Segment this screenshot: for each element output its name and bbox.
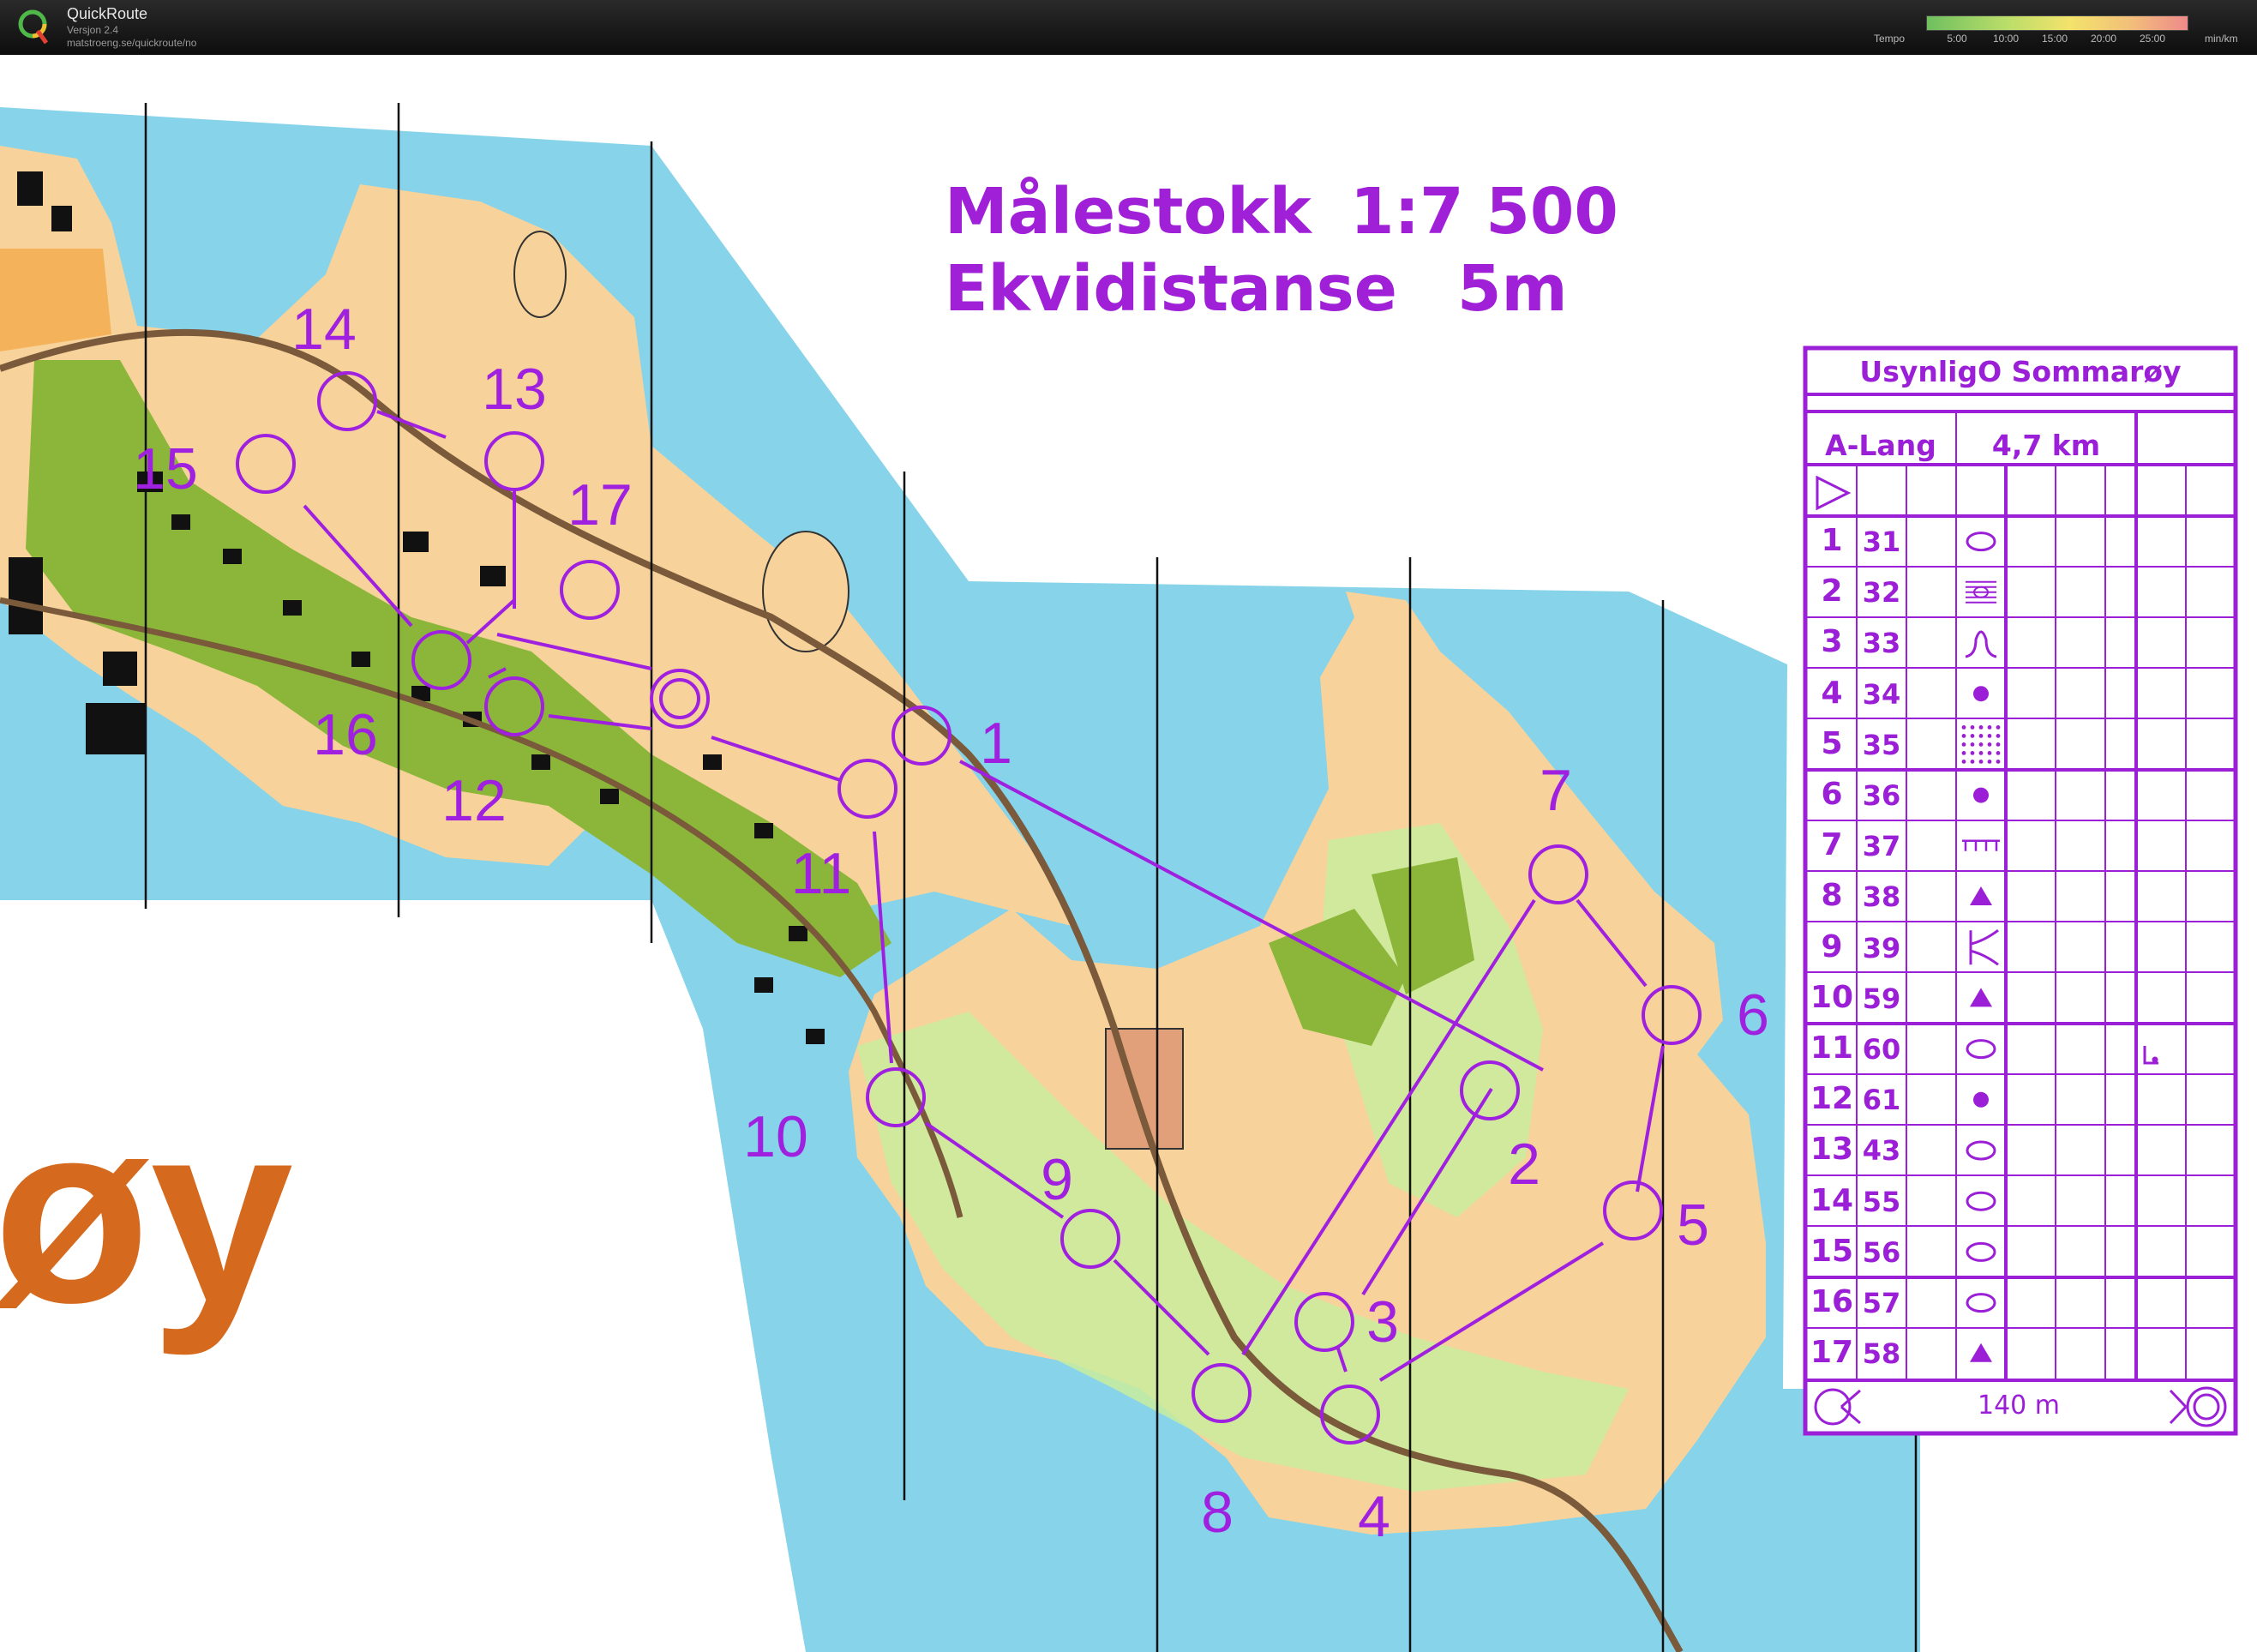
description-symbol-dot-icon — [1973, 787, 1989, 803]
control-description-number: 3 — [1821, 624, 1843, 660]
description-symbols — [1961, 532, 2001, 1362]
control-description-code: 39 — [1862, 931, 1901, 964]
control-description-code: 36 — [1862, 779, 1901, 812]
control-number-label: 10 — [743, 1104, 808, 1169]
scale-value: 1:7 500 — [1350, 175, 1618, 249]
tempo-tick: 25:00 — [2139, 33, 2166, 45]
control-number-label: 6 — [1737, 982, 1769, 1048]
tempo-tick: 10:00 — [1992, 33, 2020, 45]
control-description-code: 56 — [1862, 1235, 1901, 1269]
control-number-label: 8 — [1201, 1480, 1234, 1545]
control-number-label: 15 — [133, 436, 198, 502]
control-description-code: 32 — [1862, 576, 1901, 610]
control-description-code: 33 — [1862, 627, 1901, 660]
course-length: 4,7 km — [1991, 429, 2101, 462]
islet — [513, 231, 567, 318]
quickroute-logo-icon — [18, 9, 49, 45]
control-description-number: 1 — [1821, 523, 1843, 558]
control-description-number: 13 — [1810, 1132, 1854, 1168]
control-number-label: 12 — [441, 768, 507, 833]
control-number-label: 1 — [980, 711, 1012, 776]
control-number-label: 7 — [1540, 758, 1572, 823]
description-symbol-ellipse-icon — [1966, 1039, 1996, 1060]
field — [0, 249, 111, 351]
tempo-tick: 5:00 — [1947, 33, 1967, 45]
control-description-number: 16 — [1810, 1284, 1854, 1319]
description-symbol-ellipse-icon — [1966, 532, 1996, 552]
control-number-label: 13 — [482, 357, 547, 422]
control-number-label: 2 — [1508, 1132, 1540, 1197]
islet — [762, 531, 849, 652]
control-description-number: 8 — [1821, 878, 1843, 914]
course-class: A-Lang — [1825, 429, 1936, 462]
control-description-code: 31 — [1862, 526, 1901, 558]
orienteering-map[interactable]: Målestokk 1:7 500 Ekvidistanse 5m øy 1 2… — [0, 55, 2257, 1652]
description-symbol-fork-icon — [1969, 928, 1999, 966]
control-number-label: 14 — [291, 297, 357, 362]
description-symbol-hill-icon — [1965, 630, 1997, 658]
control-number-label: 16 — [313, 702, 378, 767]
control-number-label: 9 — [1041, 1147, 1073, 1212]
control-number-label: 11 — [790, 841, 852, 906]
control-description-number: 4 — [1821, 675, 1843, 711]
scale-label: Målestokk — [945, 175, 1312, 249]
control-description-code: 34 — [1862, 677, 1901, 711]
app-url[interactable]: matstroeng.se/quickroute/no — [67, 37, 196, 49]
control-number-label: 3 — [1366, 1289, 1399, 1355]
tempo-label: Tempo — [1874, 33, 1906, 45]
control-description-code: 38 — [1862, 880, 1901, 914]
finish-distance: 140 m — [1977, 1391, 2061, 1421]
control-description-number: 12 — [1810, 1081, 1854, 1117]
control-description-number: 15 — [1810, 1233, 1854, 1269]
description-symbol-ellipse-icon — [1966, 1191, 1996, 1211]
tempo-tick: 15:00 — [2041, 33, 2068, 45]
description-symbol-ellipse-icon — [1966, 1140, 1996, 1161]
control-description-number: 5 — [1821, 725, 1843, 761]
contour-interval-value: 5m — [1457, 252, 1568, 326]
control-number-label: 5 — [1677, 1192, 1709, 1258]
description-symbol-triangle-icon — [1970, 886, 1992, 905]
control-description-number: 2 — [1821, 574, 1843, 610]
control-description-code: 61 — [1862, 1084, 1901, 1117]
description-symbol-ellipse-icon — [1966, 1293, 1996, 1313]
app-titlebar: QuickRoute Versjon 2.4 matstroeng.se/qui… — [0, 0, 2257, 55]
control-description-code: 58 — [1862, 1337, 1901, 1371]
control-description-code: 55 — [1862, 1185, 1901, 1218]
tempo-unit-label: min/km — [2205, 33, 2238, 45]
control-description-code: 59 — [1862, 982, 1901, 1015]
description-symbol-dots-icon — [1961, 725, 2001, 764]
control-description-number: 9 — [1821, 928, 1843, 964]
app-title: QuickRoute — [67, 5, 148, 22]
control-number-label: 17 — [567, 472, 633, 538]
place-name: øy — [0, 1068, 294, 1356]
control-description-code: 43 — [1862, 1134, 1901, 1168]
description-symbol-triangle-icon — [1970, 988, 1992, 1007]
control-description-code: 60 — [1862, 1033, 1901, 1066]
description-symbol-ellipse-icon — [1966, 1241, 1996, 1262]
control-description-number: 11 — [1810, 1030, 1854, 1066]
contour-interval-label: Ekvidistanse — [945, 252, 1397, 326]
description-symbol-triangle-icon — [1970, 1343, 1992, 1362]
control-description-number: 10 — [1810, 979, 1854, 1015]
control-number-label: 4 — [1358, 1484, 1390, 1549]
tempo-color-scale — [1926, 15, 2188, 31]
control-description-number: 6 — [1821, 777, 1843, 812]
description-symbol-fence-icon — [1962, 839, 2000, 851]
app-version: Versjon 2.4 — [67, 24, 119, 36]
description-symbol-dot-icon — [1973, 1091, 1989, 1108]
control-description-number: 7 — [1821, 827, 1843, 863]
description-symbol-dot-icon — [1973, 686, 1989, 702]
description-symbol-lines-icon — [1966, 580, 1996, 604]
control-description-code: 35 — [1862, 728, 1901, 761]
control-description-code: 57 — [1862, 1287, 1901, 1319]
event-name: UsynligO Sommarøy — [1859, 355, 2182, 388]
tempo-tick: 20:00 — [2090, 33, 2117, 45]
control-description-number: 17 — [1810, 1335, 1854, 1371]
control-description-number: 14 — [1810, 1182, 1854, 1218]
control-description-code: 37 — [1862, 830, 1901, 863]
